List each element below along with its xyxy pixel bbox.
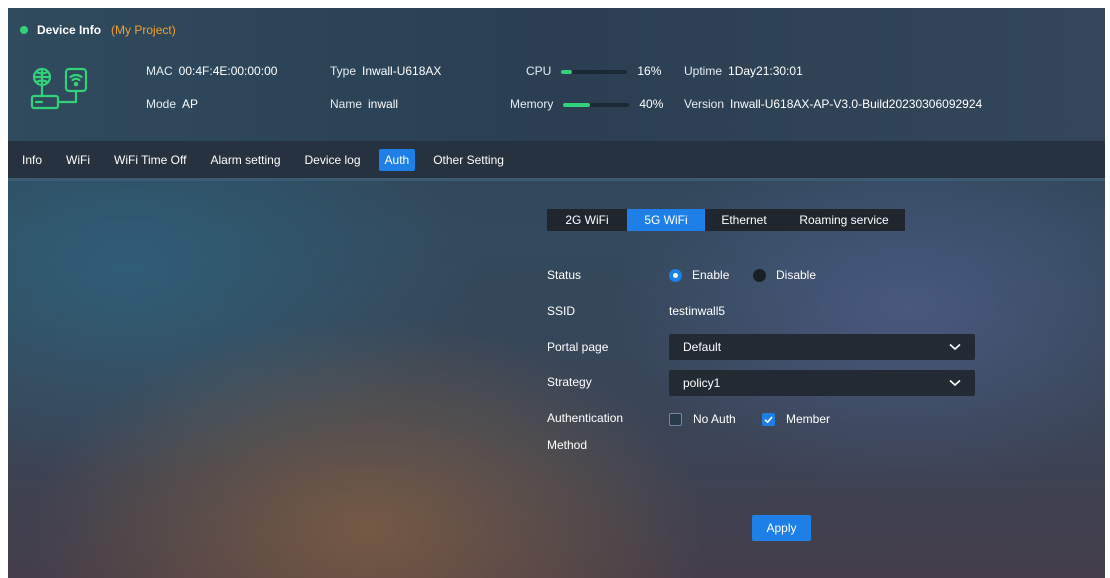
version-value: Inwall-U618AX-AP-V3.0-Build2023030609292… xyxy=(730,97,983,111)
router-ap-icon xyxy=(30,67,88,110)
ssid-label: SSID xyxy=(547,304,576,318)
tab-alarm-setting[interactable]: Alarm setting xyxy=(204,149,286,171)
chevron-down-icon xyxy=(949,379,961,387)
mac-label: MAC xyxy=(146,64,173,78)
name-info: Name inwall xyxy=(330,96,398,112)
mode-value: AP xyxy=(182,97,199,111)
app-window: Device Info (My Project) MAC 00:4F:4E:00:… xyxy=(8,8,1105,578)
portal-page-select[interactable]: Default xyxy=(669,334,975,360)
memory-usage-bar xyxy=(563,102,630,107)
device-info-header: Device Info (My Project) MAC 00:4F:4E:00:… xyxy=(8,8,1105,141)
device-info-title-row: Device Info (My Project) xyxy=(20,22,176,38)
status-enable-radio[interactable]: Enable xyxy=(669,268,729,282)
tab-device-log[interactable]: Device log xyxy=(299,149,367,171)
mac-value: 00:4F:4E:00:00:00 xyxy=(178,64,278,78)
subtab-ethernet[interactable]: Ethernet xyxy=(705,209,783,231)
memory-info: Memory 40% xyxy=(510,96,663,112)
type-value: Inwall-U618AX xyxy=(362,64,442,78)
cpu-value: 16% xyxy=(637,64,662,78)
auth-method-label-line1: Authentication xyxy=(547,411,624,425)
type-label: Type xyxy=(330,64,357,78)
uptime-value: 1Day21:30:01 xyxy=(728,64,803,78)
project-link[interactable]: (My Project) xyxy=(111,23,176,37)
auth-method-label-line2: Method xyxy=(547,438,588,452)
mode-label: Mode xyxy=(146,97,177,111)
radio-unchecked-icon xyxy=(753,268,766,282)
portal-page-value: Default xyxy=(683,340,722,354)
subtab-roaming-service[interactable]: Roaming service xyxy=(783,209,905,231)
online-status-dot xyxy=(20,26,28,34)
status-disable-radio[interactable]: Disable xyxy=(753,268,816,282)
tab-wifi-time-off[interactable]: WiFi Time Off xyxy=(108,149,192,171)
cpu-usage-bar xyxy=(561,69,628,74)
tab-wifi[interactable]: WiFi xyxy=(60,149,96,171)
device-info-title: Device Info xyxy=(37,23,102,37)
tab-info[interactable]: Info xyxy=(16,149,48,171)
apply-button[interactable]: Apply xyxy=(752,515,811,541)
tab-auth[interactable]: Auth xyxy=(378,148,416,171)
radio-checked-icon xyxy=(669,268,682,282)
main-tab-bar: Info WiFi WiFi Time Off Alarm setting De… xyxy=(8,141,1105,181)
memory-value: 40% xyxy=(639,97,664,111)
member-checkbox[interactable]: Member xyxy=(762,412,830,426)
member-label: Member xyxy=(786,412,831,426)
no-auth-checkbox[interactable]: No Auth xyxy=(669,412,736,426)
status-enable-label: Enable xyxy=(692,268,730,282)
name-value: inwall xyxy=(368,97,399,111)
checkbox-unchecked-icon xyxy=(669,412,682,426)
no-auth-label: No Auth xyxy=(693,412,736,426)
version-info: Version Inwall-U618AX-AP-V3.0-Build202303… xyxy=(684,96,982,112)
cpu-usage-fill xyxy=(561,69,572,74)
uptime-info: Uptime 1Day21:30:01 xyxy=(684,63,803,79)
mode-info: Mode AP xyxy=(146,96,198,112)
cpu-info: CPU 16% xyxy=(526,63,661,79)
tab-other-setting[interactable]: Other Setting xyxy=(427,149,510,171)
ssid-value: testinwall5 xyxy=(669,304,726,318)
name-label: Name xyxy=(330,97,363,111)
subtab-5g-wifi[interactable]: 5G WiFi xyxy=(627,209,705,231)
status-label: Status xyxy=(547,268,582,282)
cpu-label: CPU xyxy=(526,64,552,78)
wifi-sub-tab-bar: 2G WiFi 5G WiFi Ethernet Roaming service xyxy=(547,209,905,231)
memory-usage-fill xyxy=(563,102,590,107)
status-disable-label: Disable xyxy=(776,268,817,282)
strategy-select[interactable]: policy1 xyxy=(669,370,975,396)
portal-page-label: Portal page xyxy=(547,340,609,354)
type-info: Type Inwall-U618AX xyxy=(330,63,441,79)
chevron-down-icon xyxy=(949,343,961,351)
checkmark-icon xyxy=(762,412,775,426)
version-label: Version xyxy=(684,97,725,111)
strategy-value: policy1 xyxy=(683,376,721,390)
memory-label: Memory xyxy=(510,97,554,111)
uptime-label: Uptime xyxy=(684,64,723,78)
strategy-label: Strategy xyxy=(547,375,592,389)
mac-info: MAC 00:4F:4E:00:00:00 xyxy=(146,63,277,79)
subtab-2g-wifi[interactable]: 2G WiFi xyxy=(547,209,627,231)
